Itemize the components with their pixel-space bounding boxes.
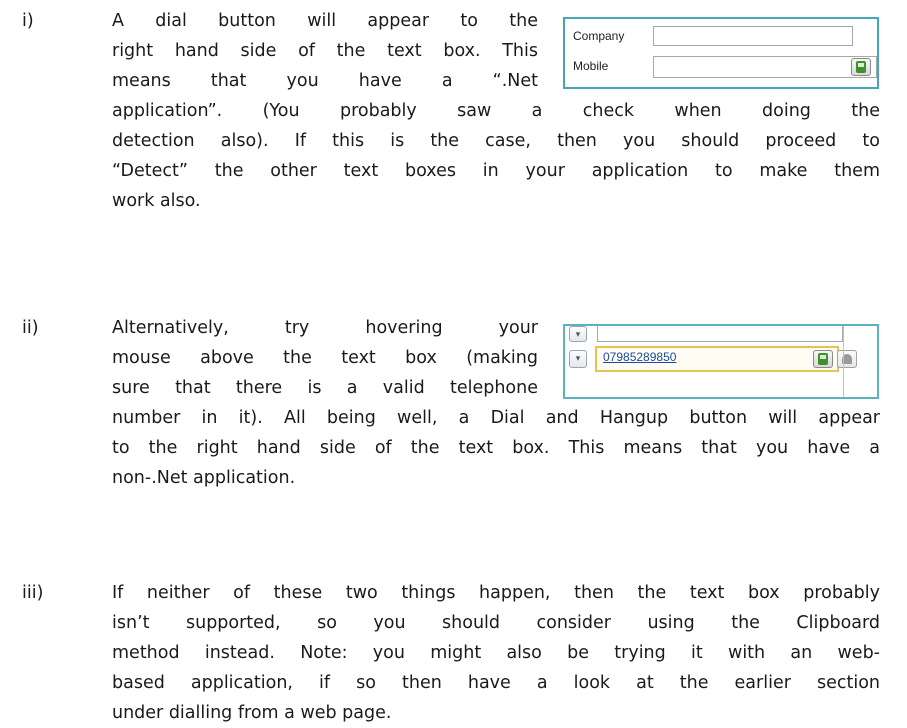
paragraph-line: application”. (You probably saw a check …	[112, 101, 880, 121]
paragraph-line: A dial button will appear to the	[112, 11, 538, 31]
paragraph-line: under dialling from a web page.	[112, 703, 392, 723]
paragraph-line: If neither of these two things happen, t…	[112, 583, 880, 603]
phone-hangup-icon[interactable]	[837, 350, 857, 368]
paragraph-line: isn’t supported, so you should consider …	[112, 613, 880, 633]
phone-number: 07985289850	[603, 350, 677, 364]
company-label: Company	[573, 29, 625, 43]
list-marker-ii: ii)	[22, 318, 39, 338]
list-marker-iii: iii)	[22, 583, 44, 603]
upper-textbox[interactable]	[597, 326, 843, 342]
company-textbox[interactable]	[653, 26, 853, 46]
non-dotnet-textbox-screenshot: ▾ ▾ 07985289850	[563, 324, 879, 399]
chevron-down-icon[interactable]: ▾	[569, 350, 587, 368]
phone-number-textbox[interactable]: 07985289850	[595, 346, 839, 372]
paragraph-line: to the right hand side of the text box. …	[112, 438, 880, 458]
paragraph-line: number in it). All being well, a Dial an…	[112, 408, 880, 428]
list-marker-i: i)	[22, 11, 34, 31]
paragraph-line: Alternatively, try hovering your	[112, 318, 538, 338]
paragraph-line: sure that there is a valid telephone	[112, 378, 538, 398]
paragraph-line: “Detect” the other text boxes in your ap…	[112, 161, 880, 181]
phone-dial-icon[interactable]	[813, 350, 833, 368]
paragraph-iii: If neither of these two things happen, t…	[112, 578, 880, 728]
paragraph-line: based application, if so then have a loo…	[112, 673, 880, 693]
paragraph-line: detection also). If this is the case, th…	[112, 131, 880, 151]
paragraph-line: non-.Net application.	[112, 468, 296, 488]
chevron-down-icon[interactable]: ▾	[569, 326, 587, 342]
phone-dial-icon[interactable]	[851, 58, 871, 76]
mobile-textbox[interactable]	[653, 56, 877, 78]
paragraph-line: mouse above the text box (making	[112, 348, 538, 368]
paragraph-line: work also.	[112, 191, 201, 211]
mobile-label: Mobile	[573, 59, 609, 73]
dotnet-textbox-screenshot: Company Mobile	[563, 17, 879, 89]
divider	[843, 326, 844, 397]
paragraph-line: method instead. Note: you might also be …	[112, 643, 880, 663]
paragraph-line: right hand side of the text box. This	[112, 41, 538, 61]
paragraph-line: means that you have a “.Net	[112, 71, 538, 91]
